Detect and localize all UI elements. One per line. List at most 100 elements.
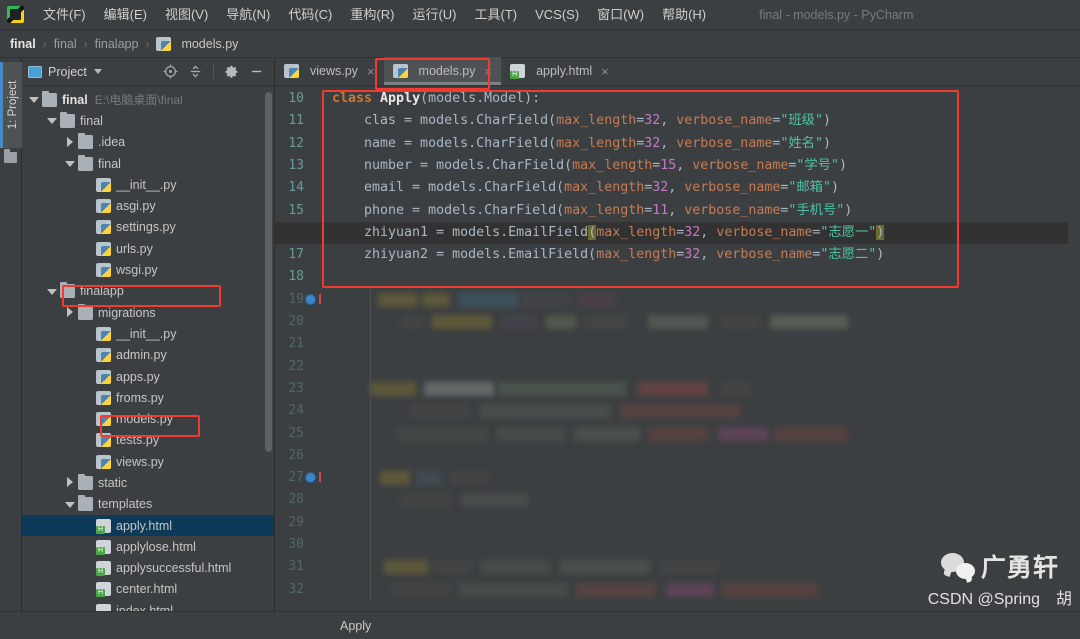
code-token: phone = models.CharField( <box>332 203 564 218</box>
code-line-16[interactable]: zhiyuan1 = models.EmailField(max_length=… <box>332 222 884 244</box>
menu-item-code[interactable]: 代码(C) <box>279 3 341 27</box>
twisty-expanded-icon[interactable] <box>46 115 57 126</box>
tree-row-models-py[interactable]: models.py <box>22 408 274 429</box>
html-file-icon <box>510 64 525 78</box>
editor-tab-views-py[interactable]: views.py× <box>275 57 384 85</box>
structure-folder-icon[interactable] <box>4 152 17 163</box>
tree-row-final[interactable]: final <box>22 153 274 174</box>
python-file-icon <box>96 348 111 362</box>
breadcrumb-item-1[interactable]: final <box>54 37 77 51</box>
code-line-17[interactable]: zhiyuan2 = models.EmailField(max_length=… <box>332 244 884 266</box>
python-file-icon <box>96 412 111 426</box>
tree-row-wsgi-py[interactable]: wsgi.py <box>22 259 274 280</box>
tool-window-button-project[interactable]: 1: Project <box>0 62 22 148</box>
menu-item-tools[interactable]: 工具(T) <box>465 3 526 27</box>
tree-row--idea[interactable]: .idea <box>22 132 274 153</box>
run-configuration-label[interactable]: Apply <box>340 619 371 633</box>
tree-row-path: E:\电脑桌面\final <box>95 91 183 108</box>
project-tree-scrollbar[interactable] <box>265 92 272 452</box>
menu-item-view[interactable]: 视图(V) <box>156 3 217 27</box>
python-file-icon <box>284 64 299 78</box>
code-token: name = models.CharField( <box>332 136 556 151</box>
tree-row-static[interactable]: static <box>22 472 274 493</box>
twisty-spacer <box>82 414 93 425</box>
twisty-collapsed-icon[interactable] <box>64 137 75 148</box>
locate-icon[interactable] <box>163 64 178 79</box>
code-editor[interactable]: 1011121314151617181920212223242526272829… <box>275 86 1080 611</box>
tree-row-templates[interactable]: templates <box>22 494 274 515</box>
collapse-all-icon[interactable] <box>188 64 203 79</box>
tree-row-applysuccessful-html[interactable]: applysuccessful.html <box>22 558 274 579</box>
menu-item-window[interactable]: 窗口(W) <box>588 3 653 27</box>
html-file-icon <box>96 582 111 596</box>
code-token: "姓名" <box>780 136 823 151</box>
settings-gear-icon[interactable] <box>224 64 239 79</box>
tree-row-applylose-html[interactable]: applylose.html <box>22 536 274 557</box>
menu-item-vcs[interactable]: VCS(S) <box>526 3 588 27</box>
code-token: 11 <box>652 203 668 218</box>
close-icon[interactable]: × <box>485 64 493 79</box>
menu-item-navigate[interactable]: 导航(N) <box>217 3 279 27</box>
tree-row-froms-py[interactable]: froms.py <box>22 387 274 408</box>
breakpoint-icon[interactable] <box>305 472 316 483</box>
redacted-code-blob <box>370 382 416 396</box>
breadcrumb-file[interactable]: models.py <box>156 37 238 51</box>
pycharm-window: 文件(F) 编辑(E) 视图(V) 导航(N) 代码(C) 重构(R) 运行(U… <box>0 0 1080 639</box>
breadcrumb-item-0[interactable]: final <box>10 37 36 51</box>
tree-row---init---py[interactable]: __init__.py <box>22 174 274 195</box>
menu-item-help[interactable]: 帮助(H) <box>653 3 715 27</box>
tree-row-migrations[interactable]: migrations <box>22 302 274 323</box>
code-line-11[interactable]: clas = models.CharField(max_length=32, v… <box>332 110 831 132</box>
editor-tab-apply-html[interactable]: apply.html× <box>501 57 618 85</box>
code-line-14[interactable]: email = models.CharField(max_length=32, … <box>332 177 839 199</box>
redacted-code-blob <box>390 583 450 597</box>
project-tree[interactable]: finalE:\电脑桌面\finalfinal.ideafinal__init_… <box>22 86 274 639</box>
close-icon[interactable]: × <box>367 64 375 79</box>
hide-panel-icon[interactable] <box>249 64 264 79</box>
editor-code-area[interactable]: class Apply(models.Model): clas = models… <box>330 86 1080 611</box>
twisty-collapsed-icon[interactable] <box>64 477 75 488</box>
menu-item-run[interactable]: 运行(U) <box>403 3 465 27</box>
editor-gutter[interactable]: 1011121314151617181920212223242526272829… <box>275 86 330 611</box>
twisty-collapsed-icon[interactable] <box>64 307 75 318</box>
twisty-expanded-icon[interactable] <box>64 499 75 510</box>
twisty-spacer <box>82 392 93 403</box>
tree-row-asgi-py[interactable]: asgi.py <box>22 195 274 216</box>
breakpoint-icon[interactable] <box>305 294 316 305</box>
menu-item-edit[interactable]: 编辑(E) <box>95 3 156 27</box>
twisty-expanded-icon[interactable] <box>46 286 57 297</box>
tree-row-label: templates <box>98 497 152 511</box>
menu-item-refactor[interactable]: 重构(R) <box>341 3 403 27</box>
tree-row-center-html[interactable]: center.html <box>22 579 274 600</box>
code-token: 32 <box>684 247 700 262</box>
tree-row-final[interactable]: final <box>22 110 274 131</box>
redacted-code-blob <box>398 427 488 441</box>
tree-row-admin-py[interactable]: admin.py <box>22 345 274 366</box>
twisty-expanded-icon[interactable] <box>28 94 39 105</box>
line-number: 13 <box>278 155 304 177</box>
tree-row-tests-py[interactable]: tests.py <box>22 430 274 451</box>
code-line-10[interactable]: class Apply(models.Model): <box>332 88 540 110</box>
tree-row-final[interactable]: finalE:\电脑桌面\final <box>22 89 274 110</box>
tree-row-apply-html[interactable]: apply.html <box>22 515 274 536</box>
tree-row-views-py[interactable]: views.py <box>22 451 274 472</box>
redacted-code-blob <box>720 382 750 396</box>
editor-tab-models-py[interactable]: models.py× <box>384 57 502 85</box>
tree-row-apps-py[interactable]: apps.py <box>22 366 274 387</box>
tree-row-finalapp[interactable]: finalapp <box>22 281 274 302</box>
code-token: verbose_name <box>676 113 772 128</box>
tree-row-settings-py[interactable]: settings.py <box>22 217 274 238</box>
code-token: zhiyuan1 = models.EmailField <box>332 225 588 240</box>
chevron-down-icon[interactable] <box>94 69 102 74</box>
tree-row-urls-py[interactable]: urls.py <box>22 238 274 259</box>
twisty-expanded-icon[interactable] <box>64 158 75 169</box>
editor-error-stripe[interactable] <box>1068 86 1080 611</box>
code-line-15[interactable]: phone = models.CharField(max_length=11, … <box>332 200 852 222</box>
breadcrumb-item-2[interactable]: finalapp <box>95 37 139 51</box>
code-line-12[interactable]: name = models.CharField(max_length=32, v… <box>332 133 831 155</box>
tree-row---init---py[interactable]: __init__.py <box>22 323 274 344</box>
code-line-13[interactable]: number = models.CharField(max_length=15,… <box>332 155 847 177</box>
close-icon[interactable]: × <box>601 64 609 79</box>
menu-item-file[interactable]: 文件(F) <box>34 3 95 27</box>
project-icon <box>28 66 42 78</box>
